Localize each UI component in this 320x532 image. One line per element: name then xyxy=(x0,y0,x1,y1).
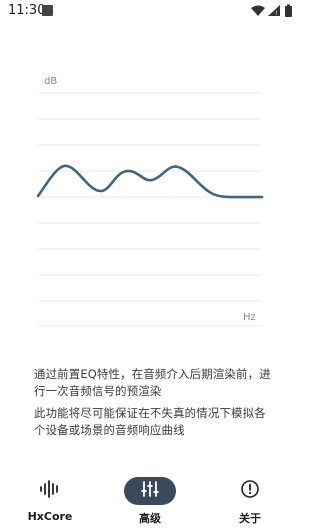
nav-label-about: 关于 xyxy=(239,512,261,525)
nav-item-about[interactable]: 关于 xyxy=(210,470,290,526)
signal-icon: ! xyxy=(268,5,280,17)
x-axis-unit-label: Hz xyxy=(243,312,256,323)
eq-response-graph: dB Hz xyxy=(0,60,300,340)
status-time: 11:30 xyxy=(8,3,46,18)
nav-advanced-icon-container xyxy=(124,477,176,505)
nav-item-advanced[interactable]: 高级 xyxy=(110,470,190,526)
status-bar: 11:30 ! xyxy=(0,0,300,22)
description-paragraph-1: 通过前置EQ特性，在音频介入后期渲染前，进行一次音频信号的预渲染 xyxy=(34,367,271,398)
nav-about-icon-container xyxy=(224,477,276,505)
waveform-icon xyxy=(39,479,61,503)
nav-label-advanced: 高级 xyxy=(139,512,161,525)
notification-icon xyxy=(42,5,53,16)
description-paragraph-2: 此功能将尽可能保证在不失真的情况下模拟各个设备或场景的音频响应曲线 xyxy=(34,406,266,437)
bottom-navigation: HxCore 高级 关于 xyxy=(0,470,300,532)
equalizer-sliders-icon xyxy=(141,480,159,502)
svg-text:!: ! xyxy=(275,10,277,17)
y-axis-unit-label: dB xyxy=(44,76,57,87)
wifi-icon xyxy=(251,5,265,16)
info-icon xyxy=(240,479,260,503)
nav-hxcore-icon-container xyxy=(24,477,76,505)
nav-label-hxcore: HxCore xyxy=(27,510,73,523)
battery-icon xyxy=(285,4,292,17)
nav-item-hxcore[interactable]: HxCore xyxy=(10,470,90,526)
system-icons: ! xyxy=(250,4,294,18)
